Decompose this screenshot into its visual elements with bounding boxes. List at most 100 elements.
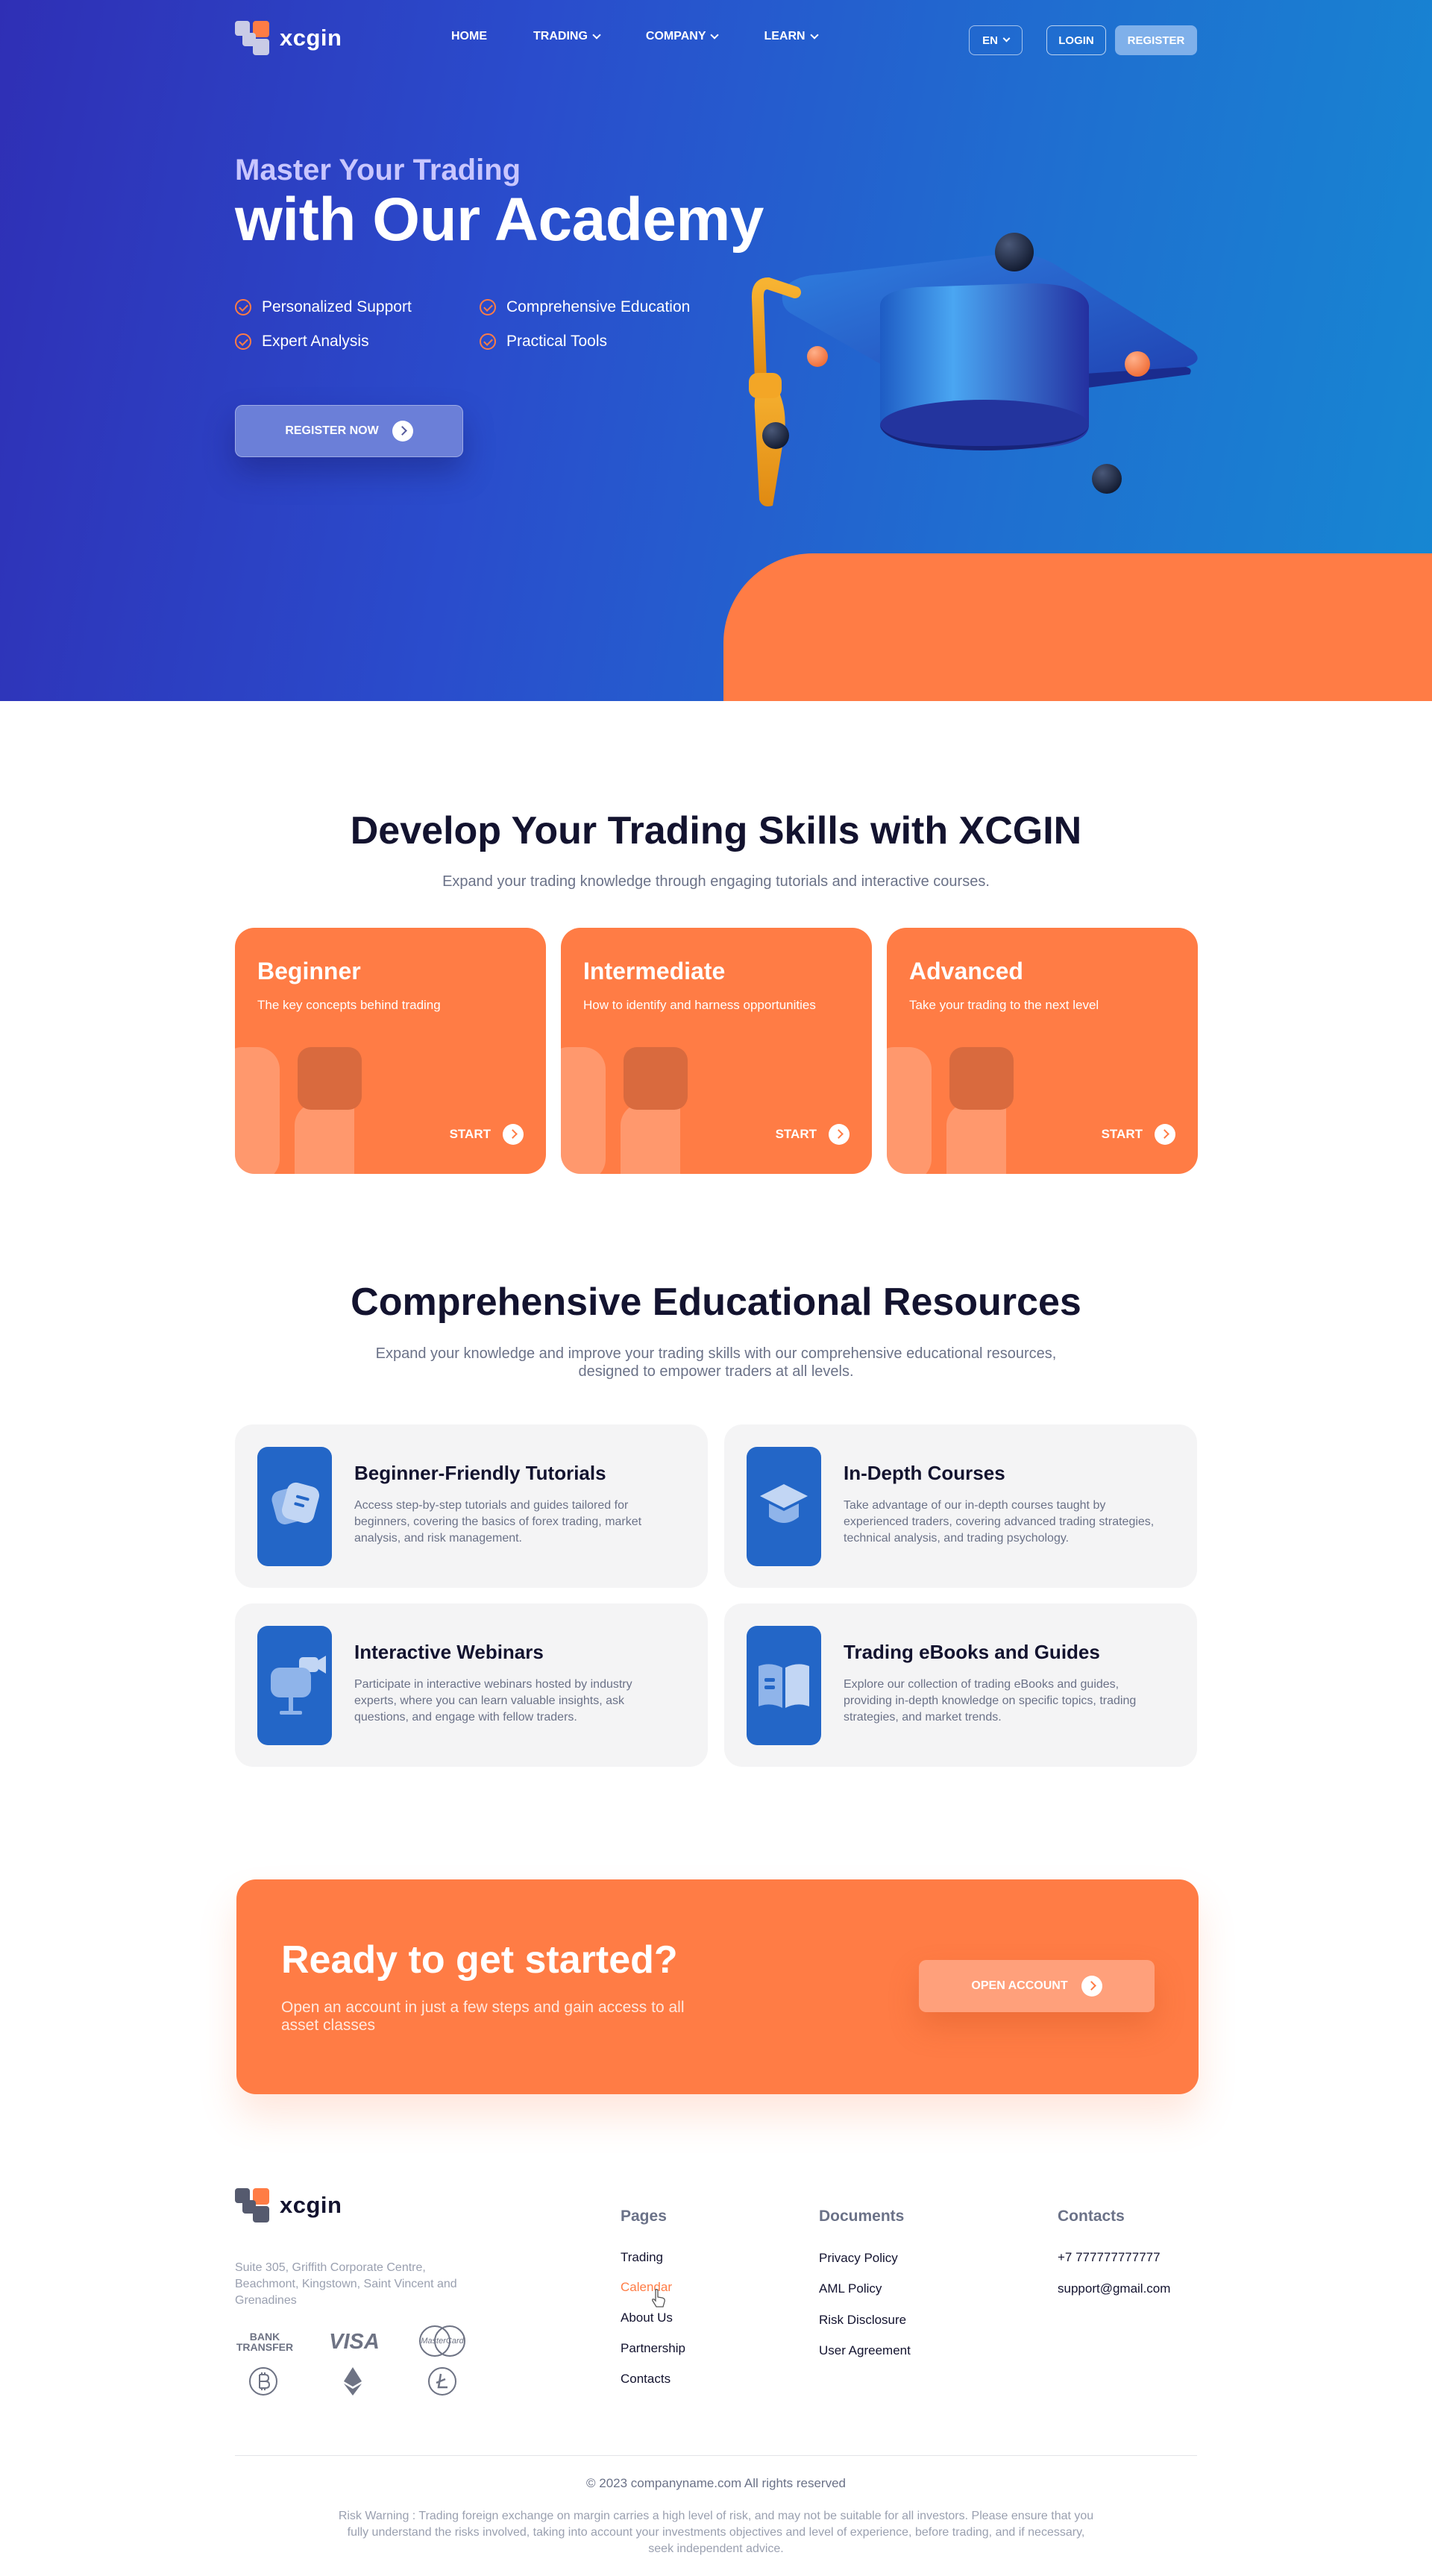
logo-text: xcgin bbox=[280, 25, 342, 51]
resource-card-webinars[interactable]: Interactive Webinars Participate in inte… bbox=[235, 1603, 708, 1767]
footer-email-link[interactable]: support@gmail.com bbox=[1058, 2281, 1170, 2296]
hero-title: with Our Academy bbox=[235, 186, 764, 254]
skill-card-text: The key concepts behind trading bbox=[257, 998, 441, 1012]
feature-item: Practical Tools bbox=[480, 333, 733, 351]
start-label: START bbox=[1101, 1127, 1143, 1141]
start-button[interactable]: START bbox=[450, 1124, 524, 1145]
resources-title: Comprehensive Educational Resources bbox=[351, 1281, 1081, 1324]
open-book-icon bbox=[759, 1664, 809, 1708]
register-now-button[interactable]: REGISTER NOW bbox=[235, 405, 463, 457]
feature-label: Personalized Support bbox=[262, 298, 412, 315]
logo-mark-icon bbox=[235, 21, 269, 55]
nav-item-trading[interactable]: TRADING bbox=[533, 30, 601, 43]
mastercard-label: MasterCard bbox=[421, 2337, 464, 2346]
footer-link-partnership[interactable]: Partnership bbox=[621, 2341, 685, 2356]
start-label: START bbox=[775, 1127, 817, 1141]
bank-transfer-label: BANK bbox=[249, 2331, 280, 2343]
chevron-down-icon bbox=[592, 30, 601, 40]
nav-actions: EN LOGIN REGISTER bbox=[969, 25, 1197, 55]
open-account-button[interactable]: OPEN ACCOUNT bbox=[919, 1960, 1155, 2012]
card-decoration bbox=[295, 1103, 354, 1174]
nav-item-company[interactable]: COMPANY bbox=[645, 30, 720, 43]
footer-link-aml[interactable]: AML Policy bbox=[819, 2281, 882, 2296]
chevron-down-icon bbox=[809, 30, 819, 40]
nav-item-home[interactable]: HOME bbox=[451, 30, 487, 43]
nav-item-learn[interactable]: LEARN bbox=[764, 30, 819, 43]
resources-subtitle-line: designed to empower traders at all level… bbox=[578, 1363, 854, 1380]
resource-text: Take advantage of our in-depth courses t… bbox=[844, 1499, 1155, 1545]
check-circle-icon bbox=[480, 299, 496, 315]
nav-item-label: COMPANY bbox=[645, 30, 706, 43]
get-started-banner: Ready to get started? Open an account in… bbox=[236, 1879, 1199, 2094]
resource-card-courses[interactable]: In-Depth Courses Take advantage of our i… bbox=[724, 1424, 1197, 1588]
resource-card-tutorials[interactable]: Beginner-Friendly Tutorials Access step-… bbox=[235, 1424, 708, 1588]
footer-link-user-agreement[interactable]: User Agreement bbox=[819, 2343, 911, 2358]
hero-feature-list: Personalized Support Comprehensive Educa… bbox=[235, 298, 757, 351]
nav-item-label: LEARN bbox=[764, 30, 806, 43]
skill-card-text: Take your trading to the next level bbox=[909, 998, 1099, 1012]
resources-subtitle-line: Expand your knowledge and improve your t… bbox=[375, 1345, 1057, 1362]
footer-link-risk-disclosure[interactable]: Risk Disclosure bbox=[819, 2313, 906, 2328]
resource-card-ebooks[interactable]: Trading eBooks and Guides Explore our co… bbox=[724, 1603, 1197, 1767]
footer-link-privacy[interactable]: Privacy Policy bbox=[819, 2251, 898, 2266]
resource-title: In-Depth Courses bbox=[844, 1462, 1005, 1484]
webinar-presenter-icon bbox=[271, 1656, 326, 1715]
risk-warning: Risk Warning : Trading foreign exchange … bbox=[338, 2510, 1094, 2555]
resource-text: Access step-by-step tutorials and guides… bbox=[354, 1499, 642, 1545]
resource-text: Participate in interactive webinars host… bbox=[354, 1678, 632, 1724]
register-button[interactable]: REGISTER bbox=[1115, 25, 1197, 55]
nav-links: HOME TRADING COMPANY LEARN bbox=[451, 30, 819, 43]
card-decoration bbox=[949, 1047, 1014, 1110]
top-navigation: xcgin HOME TRADING COMPANY LEARN EN LOGI… bbox=[235, 19, 1197, 61]
footer-logo[interactable]: xcgin bbox=[235, 2188, 342, 2222]
resource-icon-tile bbox=[257, 1626, 332, 1745]
hero-section: xcgin HOME TRADING COMPANY LEARN EN LOGI… bbox=[0, 0, 1432, 701]
logo[interactable]: xcgin bbox=[235, 19, 342, 57]
arrow-right-icon bbox=[1155, 1124, 1175, 1145]
footer-phone-link[interactable]: +7 777777777777 bbox=[1058, 2250, 1161, 2265]
footer-link-about[interactable]: About Us bbox=[621, 2310, 673, 2325]
footer-column-title: Pages bbox=[621, 2208, 667, 2225]
card-decoration bbox=[298, 1047, 362, 1110]
skills-title: Develop Your Trading Skills with XCGIN bbox=[350, 809, 1082, 852]
card-decoration bbox=[624, 1047, 688, 1110]
bank-transfer-icon: BANK TRANSFER bbox=[235, 2327, 295, 2357]
login-button[interactable]: LOGIN bbox=[1046, 25, 1106, 55]
card-decoration bbox=[946, 1103, 1006, 1174]
mastercard-icon: MasterCard bbox=[414, 2324, 471, 2358]
hero-orange-shape bbox=[723, 553, 1432, 701]
start-button[interactable]: START bbox=[776, 1124, 850, 1145]
footer-link-trading[interactable]: Trading bbox=[621, 2250, 663, 2265]
language-label: EN bbox=[982, 34, 998, 47]
bank-transfer-label: TRANSFER bbox=[236, 2341, 294, 2353]
resource-icon-tile bbox=[747, 1447, 821, 1566]
copyright: © 2023 companyname.com All rights reserv… bbox=[586, 2476, 846, 2490]
language-selector[interactable]: EN bbox=[969, 25, 1023, 55]
cta-title: Ready to get started? bbox=[281, 1938, 678, 1982]
visa-icon: VISA bbox=[324, 2327, 384, 2357]
start-label: START bbox=[449, 1127, 491, 1141]
check-circle-icon bbox=[235, 299, 251, 315]
graduation-cap-icon bbox=[760, 1484, 808, 1523]
visa-label: VISA bbox=[329, 2329, 380, 2354]
cta-text: Open an account in just a few steps and … bbox=[281, 1999, 685, 2034]
skill-card-text: How to identify and harness opportunitie… bbox=[583, 998, 816, 1012]
arrow-right-icon bbox=[829, 1124, 850, 1145]
logo-text: xcgin bbox=[280, 2192, 342, 2218]
feature-label: Comprehensive Education bbox=[506, 298, 691, 315]
ethereum-icon bbox=[344, 2367, 362, 2396]
feature-label: Practical Tools bbox=[506, 333, 608, 350]
skill-card-beginner[interactable]: Beginner The key concepts behind trading… bbox=[235, 928, 546, 1174]
footer-column-title: Contacts bbox=[1058, 2208, 1125, 2225]
logo-mark-icon bbox=[235, 2188, 269, 2222]
nav-item-label: HOME bbox=[451, 30, 487, 43]
feature-item: Expert Analysis bbox=[235, 333, 480, 351]
chevron-down-icon bbox=[710, 30, 720, 40]
resource-title: Beginner-Friendly Tutorials bbox=[354, 1462, 606, 1484]
start-button[interactable]: START bbox=[1102, 1124, 1175, 1145]
check-circle-icon bbox=[480, 333, 496, 350]
skill-card-advanced[interactable]: Advanced Take your trading to the next l… bbox=[887, 928, 1198, 1174]
bitcoin-icon bbox=[249, 2367, 277, 2396]
skill-card-intermediate[interactable]: Intermediate How to identify and harness… bbox=[561, 928, 872, 1174]
footer-link-contacts[interactable]: Contacts bbox=[621, 2372, 671, 2387]
